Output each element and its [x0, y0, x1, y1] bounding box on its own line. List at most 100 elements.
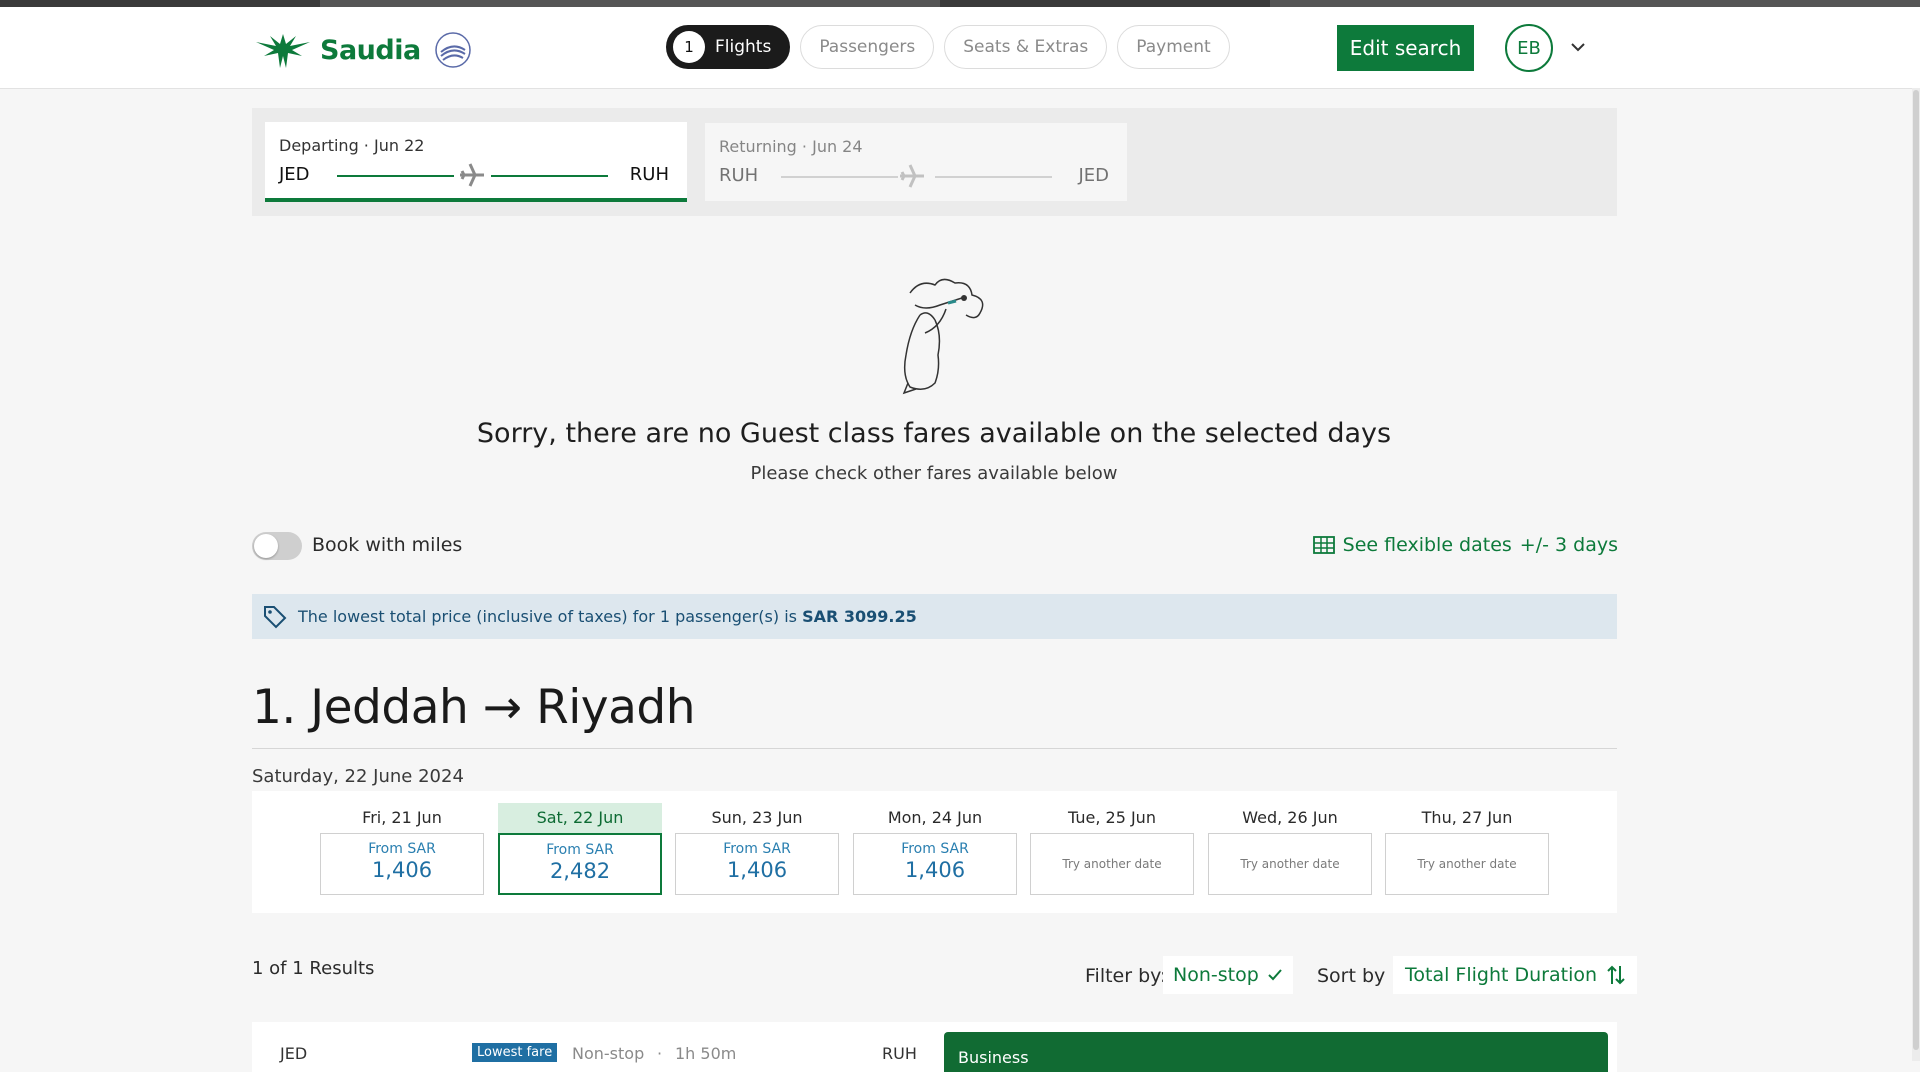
date-option[interactable]: Sun, 23 Jun From SAR 1,406 — [675, 803, 839, 895]
lowest-price-text: The lowest total price (inclusive of tax… — [298, 607, 917, 626]
results-count: 1 of 1 Results — [252, 958, 375, 979]
date-price: 2,482 — [549, 859, 611, 883]
from-sar-label: From SAR — [723, 841, 791, 857]
business-fare-button[interactable]: Business — [944, 1032, 1608, 1072]
try-another-date: Try another date — [1417, 857, 1517, 871]
divider — [252, 748, 1617, 749]
step-flights[interactable]: 1 Flights — [666, 25, 791, 69]
trip-selector: Departing · Jun 22 JED RUH Returning · J… — [252, 108, 1617, 216]
site-header: Saudia 1 Flights Passengers Seats & Extr… — [0, 7, 1920, 89]
cabin-label: Business — [958, 1048, 1029, 1067]
chevron-down-icon[interactable] — [1570, 41, 1586, 53]
filter-label: Filter by: — [1085, 965, 1167, 987]
flexible-dates-label: See flexible dates — [1342, 534, 1512, 556]
route-line — [781, 176, 898, 178]
date-label: Sat, 22 Jun — [498, 803, 662, 833]
date-selector: Fri, 21 Jun From SAR 1,406 Sat, 22 Jun F… — [252, 791, 1617, 913]
saudia-logo[interactable]: Saudia — [252, 25, 473, 75]
date-price: 1,406 — [371, 858, 433, 882]
step-seats-extras[interactable]: Seats & Extras — [944, 25, 1108, 69]
date-price-box[interactable]: Try another date — [1030, 833, 1194, 895]
trip-destination: RUH — [629, 164, 669, 185]
lowest-price-sentence: The lowest total price (inclusive of tax… — [298, 607, 803, 626]
plane-icon — [460, 163, 484, 187]
trip-label: Departing · Jun 22 — [279, 136, 425, 155]
date-label: Wed, 26 Jun — [1242, 808, 1338, 827]
step-payment[interactable]: Payment — [1117, 25, 1230, 69]
trip-origin: JED — [279, 164, 310, 185]
step-label: Payment — [1136, 37, 1211, 57]
skyteam-logo-icon — [434, 32, 471, 68]
date-label: Fri, 21 Jun — [362, 808, 442, 827]
date-option[interactable]: Wed, 26 Jun Try another date — [1208, 803, 1372, 895]
result-destination: RUH — [882, 1044, 917, 1063]
result-duration: 1h 50m — [675, 1044, 737, 1063]
page-scrollbar[interactable] — [1912, 88, 1920, 1061]
lowest-fare-badge: Lowest fare — [472, 1043, 558, 1062]
departing-trip-tab[interactable]: Departing · Jun 22 JED RUH — [265, 122, 687, 202]
traveler-illustration-icon — [902, 278, 984, 395]
date-label: Mon, 24 Jun — [887, 808, 983, 827]
flexible-dates-link[interactable]: See flexible dates +/- 3 days — [1312, 534, 1618, 556]
step-passengers[interactable]: Passengers — [800, 25, 935, 69]
date-label: Sun, 23 Jun — [711, 808, 803, 827]
date-price-box[interactable]: From SAR 1,406 — [853, 833, 1017, 895]
from-sar-label: From SAR — [901, 841, 969, 857]
no-fares-subtitle: Please check other fares available below — [750, 463, 1118, 484]
browser-top-strip — [0, 0, 1920, 7]
filter-value: Non-stop — [1173, 964, 1259, 986]
browser-tab[interactable] — [1270, 0, 1920, 7]
booking-steps: 1 Flights Passengers Seats & Extras Paym… — [666, 25, 1230, 69]
user-avatar[interactable]: EB — [1505, 24, 1553, 72]
date-price-box[interactable]: From SAR 1,406 — [675, 833, 839, 895]
result-origin: JED — [280, 1044, 308, 1063]
calendar-grid-icon — [1312, 536, 1335, 554]
try-another-date: Try another date — [1240, 857, 1340, 871]
flight-result-card[interactable]: JED Lowest fare Non-stop · 1h 50m RUH Bu… — [252, 1022, 1617, 1072]
date-option[interactable]: Mon, 24 Jun From SAR 1,406 — [853, 803, 1017, 895]
step-label: Passengers — [819, 37, 916, 57]
flexible-dates-range: +/- 3 days — [1519, 534, 1618, 556]
route-title: 1. Jeddah → Riyadh — [252, 680, 696, 735]
toggle-knob — [254, 534, 278, 558]
trip-origin: RUH — [719, 165, 759, 186]
lowest-price-banner: The lowest total price (inclusive of tax… — [252, 594, 1617, 639]
date-option[interactable]: Tue, 25 Jun Try another date — [1030, 803, 1194, 895]
trip-label: Returning · Jun 24 — [719, 137, 863, 156]
lowest-price-amount: SAR 3099.25 — [802, 607, 917, 626]
sort-duration-button[interactable]: Total Flight Duration — [1393, 956, 1638, 994]
result-stops: Non-stop — [572, 1044, 645, 1063]
date-option-selected[interactable]: Sat, 22 Jun From SAR 2,482 — [498, 803, 662, 895]
edit-search-button[interactable]: Edit search — [1337, 25, 1474, 71]
trip-destination: JED — [1078, 165, 1109, 186]
route-line — [491, 175, 608, 177]
browser-tab[interactable] — [320, 0, 940, 7]
sort-arrows-icon — [1607, 965, 1625, 985]
from-sar-label: From SAR — [368, 841, 436, 857]
date-price-box[interactable]: From SAR 2,482 — [498, 833, 662, 895]
date-price: 1,406 — [726, 858, 788, 882]
date-price-box[interactable]: From SAR 1,406 — [320, 833, 484, 895]
palm-swords-logo-icon — [256, 34, 310, 68]
step-label: Flights — [715, 37, 772, 57]
step-number: 1 — [673, 31, 705, 63]
brand-name: Saudia — [320, 34, 421, 66]
date-option[interactable]: Thu, 27 Jun Try another date — [1385, 803, 1549, 895]
date-price: 1,406 — [904, 858, 966, 882]
price-tag-icon — [264, 605, 287, 628]
filter-nonstop-button[interactable]: Non-stop — [1163, 956, 1293, 994]
check-icon — [1268, 969, 1282, 981]
date-option[interactable]: Fri, 21 Jun From SAR 1,406 — [320, 803, 484, 895]
step-label: Seats & Extras — [963, 37, 1089, 57]
no-fares-title: Sorry, there are no Guest class fares av… — [476, 418, 1392, 449]
book-with-miles-toggle[interactable] — [252, 532, 302, 560]
date-price-box[interactable]: Try another date — [1385, 833, 1549, 895]
sort-value: Total Flight Duration — [1405, 964, 1598, 986]
returning-trip-tab[interactable]: Returning · Jun 24 RUH JED — [705, 123, 1127, 201]
from-sar-label: From SAR — [546, 842, 614, 858]
separator-dot: · — [657, 1044, 663, 1063]
book-with-miles-label: Book with miles — [312, 534, 463, 556]
date-price-box[interactable]: Try another date — [1208, 833, 1372, 895]
route-line — [337, 175, 454, 177]
scrollbar-thumb[interactable] — [1913, 90, 1919, 1050]
